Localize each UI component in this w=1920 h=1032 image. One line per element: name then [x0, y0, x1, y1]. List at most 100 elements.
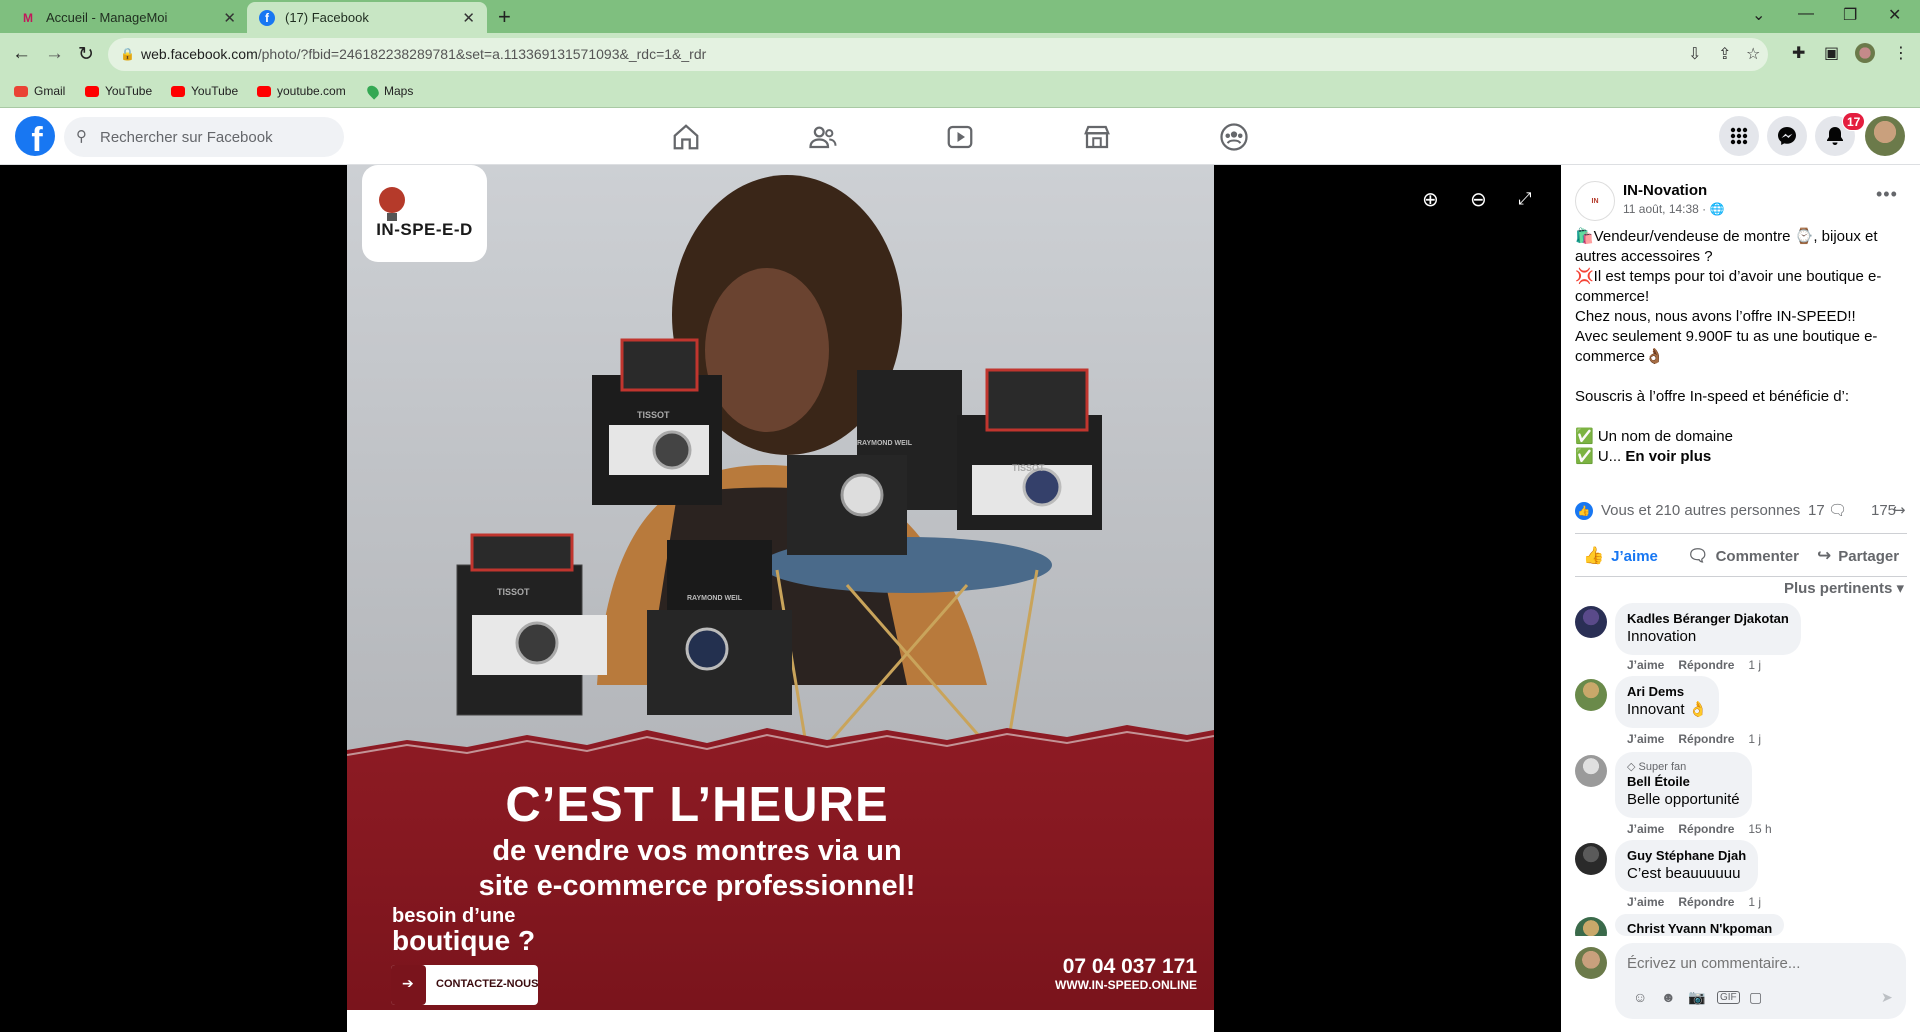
bookmark-youtube[interactable]: YouTube: [171, 84, 238, 98]
bookmark-gmail[interactable]: Gmail: [14, 84, 65, 98]
commenter-name[interactable]: Guy Stéphane Djah: [1627, 848, 1746, 864]
reaction-summary[interactable]: Vous et 210 autres personnes: [1601, 502, 1800, 519]
comment-sort-dropdown[interactable]: Plus pertinents ▾: [1784, 579, 1904, 597]
sticker-icon[interactable]: ▢: [1749, 989, 1762, 1006]
commenter-avatar[interactable]: [1575, 755, 1607, 787]
watch-video-icon[interactable]: [945, 122, 975, 152]
comment-button[interactable]: 🗨 Commenter: [1687, 546, 1799, 566]
like-button[interactable]: 👍 J’aime: [1583, 546, 1658, 566]
friends-icon[interactable]: [808, 122, 838, 152]
tab-search-icon[interactable]: ⌄: [1752, 5, 1765, 25]
install-icon[interactable]: ⇩: [1688, 44, 1701, 64]
comment-like-link[interactable]: J’aime: [1627, 822, 1664, 836]
comment-time[interactable]: 15 h: [1748, 822, 1771, 836]
camera-icon[interactable]: 📷: [1688, 989, 1705, 1006]
see-more-link[interactable]: En voir plus: [1625, 448, 1711, 465]
sort-label: Plus pertinents: [1783, 580, 1893, 597]
my-avatar[interactable]: [1575, 947, 1607, 979]
commenter-avatar[interactable]: [1575, 679, 1607, 711]
share-button[interactable]: ↪ Partager: [1817, 546, 1899, 566]
comment-like-link[interactable]: J’aime: [1627, 732, 1664, 746]
comment-reply-link[interactable]: Répondre: [1678, 822, 1734, 836]
bookmark-star-icon[interactable]: ☆: [1746, 44, 1760, 64]
comments-count[interactable]: 17: [1808, 502, 1825, 519]
menu-grid-icon[interactable]: [1719, 116, 1759, 156]
gif-icon[interactable]: GIF: [1717, 991, 1740, 1004]
comment-reply-link[interactable]: Répondre: [1678, 895, 1734, 909]
facebook-logo-icon[interactable]: f: [15, 116, 55, 156]
commenter-name[interactable]: Bell Étoile: [1627, 774, 1740, 790]
commenter-avatar[interactable]: [1575, 843, 1607, 875]
comment-like-link[interactable]: J’aime: [1627, 658, 1664, 672]
close-tab-icon[interactable]: ✕: [462, 9, 475, 27]
address-bar[interactable]: 🔒 web.facebook.com/photo/?fbid=246182238…: [108, 38, 1768, 71]
gmail-favicon-icon: M: [23, 10, 33, 25]
globe-icon: 🌐: [1709, 202, 1725, 216]
groups-icon[interactable]: [1219, 122, 1249, 152]
menu-kebab-icon[interactable]: ⋮: [1893, 43, 1909, 63]
zoom-out-icon[interactable]: ⊖: [1470, 187, 1487, 212]
post-date[interactable]: 11 août, 14:38 ·: [1623, 202, 1706, 216]
diamond-icon: ◇: [1627, 761, 1636, 773]
messenger-icon[interactable]: [1767, 116, 1807, 156]
back-button[interactable]: ←: [12, 43, 31, 65]
comment-actions: J’aime Répondre 1 j: [1627, 895, 1775, 909]
emoji-icon[interactable]: ☻: [1661, 989, 1676, 1005]
facebook-favicon-icon: f: [259, 9, 275, 26]
restore-button[interactable]: ❐: [1843, 5, 1857, 25]
zoom-in-icon[interactable]: ⊕: [1422, 187, 1439, 212]
bookmark-label: youtube.com: [277, 84, 346, 98]
bookmark-youtube-com[interactable]: youtube.com: [257, 84, 346, 98]
inspeed-logo-text: IN-SPE-E-D: [376, 220, 473, 239]
comment-time[interactable]: 1 j: [1748, 895, 1761, 909]
comment-input[interactable]: [1627, 955, 1887, 972]
youtube-icon: [257, 85, 271, 97]
browser-toolbar: ← → ↻ 🔒 web.facebook.com/photo/?fbid=246…: [0, 33, 1920, 76]
commenter-name[interactable]: Kadles Béranger Djakotan: [1627, 611, 1789, 627]
minimize-button[interactable]: —: [1798, 5, 1814, 23]
home-icon[interactable]: [671, 122, 701, 152]
bookmark-label: YouTube: [191, 84, 239, 98]
comment-input-box[interactable]: ☺ ☻ 📷 GIF ▢ ➤: [1615, 943, 1906, 1019]
composer-area: ☺ ☻ 📷 GIF ▢ ➤: [1561, 936, 1920, 1032]
commenter-name[interactable]: Ari Dems: [1627, 684, 1707, 700]
post-options-icon[interactable]: •••: [1876, 184, 1898, 205]
facebook-search-box[interactable]: ⚲ Rechercher sur Facebook: [64, 117, 344, 157]
share-icon[interactable]: ⇪: [1718, 44, 1731, 64]
page-avatar[interactable]: IN: [1575, 181, 1615, 221]
fullscreen-icon[interactable]: ⤢: [1518, 189, 1532, 209]
gmail-icon: [14, 85, 28, 97]
comment-composer: ☺ ☻ 📷 GIF ▢ ➤: [1575, 943, 1906, 1027]
new-tab-button[interactable]: +: [498, 4, 511, 30]
forward-button[interactable]: →: [45, 43, 64, 65]
post-photo[interactable]: IN-SPE-E-D C’EST L’HEURE de vendre vos m…: [347, 165, 1214, 1032]
bookmark-youtube[interactable]: YouTube: [85, 84, 152, 98]
tab-managemoi[interactable]: M Accueil - ManageMoi ✕: [8, 2, 248, 33]
avatar-sticker-icon[interactable]: ☺: [1633, 989, 1647, 1005]
comment-like-link[interactable]: J’aime: [1627, 895, 1664, 909]
close-window-button[interactable]: ✕: [1888, 5, 1901, 25]
close-tab-icon[interactable]: ✕: [223, 9, 236, 27]
comment-reply-link[interactable]: Répondre: [1678, 658, 1734, 672]
bookmark-maps[interactable]: Maps: [364, 82, 413, 100]
photo-headline: C’EST L’HEURE: [505, 778, 889, 832]
marketplace-icon[interactable]: [1082, 122, 1112, 152]
commenter-avatar[interactable]: [1575, 606, 1607, 638]
commenter-name[interactable]: Christ Yvann N'kpoman: [1627, 921, 1772, 937]
comment-time[interactable]: 1 j: [1748, 658, 1761, 672]
account-avatar[interactable]: [1865, 116, 1905, 156]
profile-avatar[interactable]: [1855, 43, 1875, 63]
watch-brand-label: TISSOT: [497, 587, 530, 597]
tab-facebook[interactable]: f (17) Facebook ✕: [247, 2, 487, 33]
url-text[interactable]: web.facebook.com/photo/?fbid=24618223828…: [141, 46, 706, 62]
post-line: 💢Il est temps pour toi d’avoir une bouti…: [1575, 268, 1882, 305]
comment-reply-link[interactable]: Répondre: [1678, 732, 1734, 746]
comment-time[interactable]: 1 j: [1748, 732, 1761, 746]
reload-button[interactable]: ↻: [78, 43, 94, 66]
lock-icon[interactable]: 🔒: [120, 47, 135, 61]
send-icon[interactable]: ➤: [1881, 989, 1893, 1006]
super-fan-badge: ◇ Super fan: [1627, 760, 1740, 774]
extensions-icon[interactable]: ✚: [1792, 43, 1805, 63]
side-panel-icon[interactable]: ▣: [1824, 43, 1839, 63]
page-name[interactable]: IN-Novation: [1623, 182, 1707, 199]
